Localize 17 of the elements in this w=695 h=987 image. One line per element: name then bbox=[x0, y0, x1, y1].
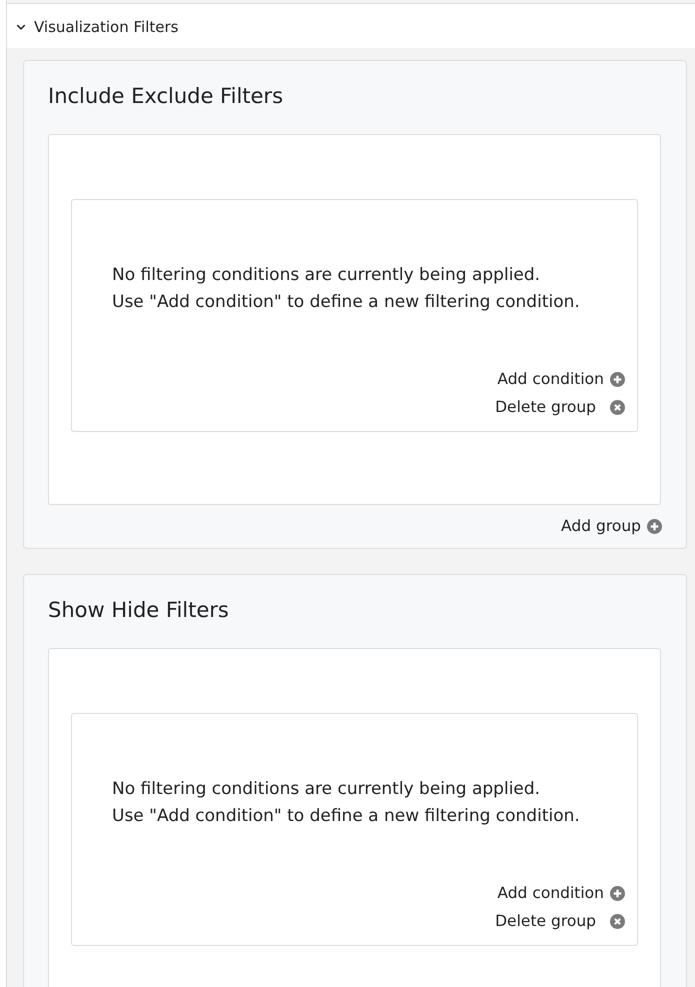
add-action-button[interactable]: Add condition bbox=[497, 365, 625, 393]
delete-action-button[interactable]: Delete group bbox=[495, 907, 625, 935]
panel-title: Include Exclude Filters bbox=[48, 83, 284, 110]
add-group-button[interactable]: Add group bbox=[561, 512, 662, 540]
empty-message: No filtering conditions are currently being applied. bbox=[112, 778, 540, 801]
empty-message: Use "Add condition" to define a new filtering condition. bbox=[112, 291, 580, 314]
section-header[interactable]: Visualization Filters bbox=[7, 4, 695, 48]
panel-title: Show Hide Filters bbox=[48, 597, 230, 624]
empty-message: Use "Add condition" to define a new filtering condition. bbox=[112, 805, 580, 828]
close-circle-icon bbox=[610, 400, 625, 414]
delete-action-button[interactable]: Delete group bbox=[495, 393, 625, 421]
plus-circle-icon bbox=[610, 372, 625, 386]
close-circle-icon bbox=[610, 914, 625, 928]
plus-circle-icon bbox=[610, 886, 625, 900]
empty-message: No filtering conditions are currently being applied. bbox=[112, 264, 540, 287]
add-action-button[interactable]: Add condition bbox=[497, 879, 625, 907]
plus-circle-icon bbox=[647, 518, 662, 534]
